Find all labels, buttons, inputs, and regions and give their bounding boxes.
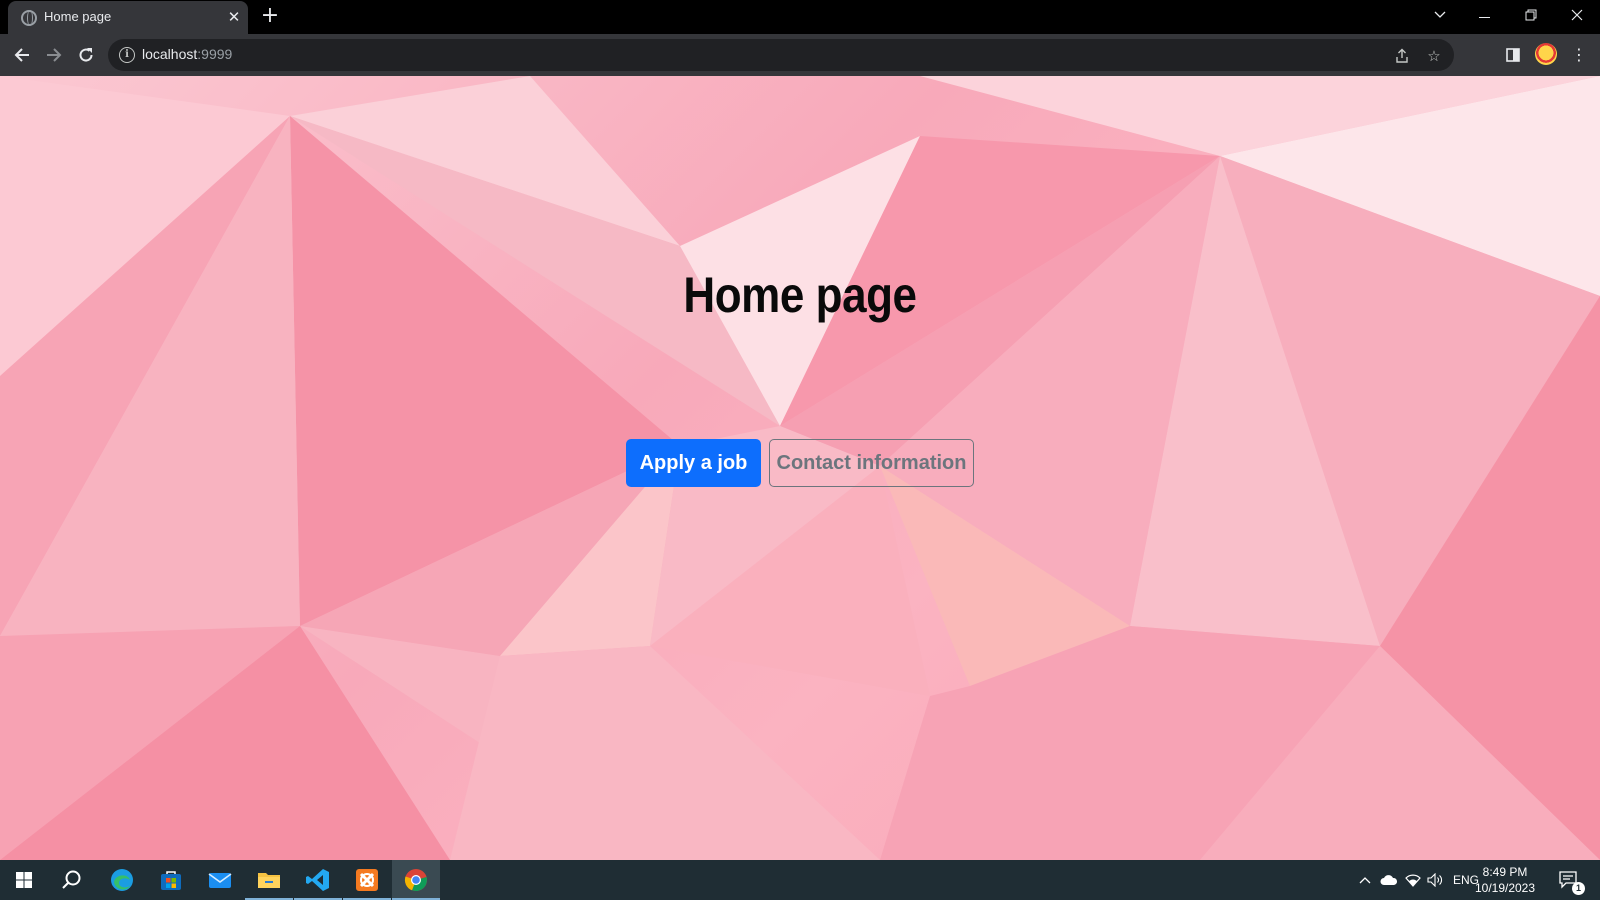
reload-icon[interactable] [72, 41, 100, 69]
chevron-down-icon[interactable] [1420, 0, 1460, 30]
store-icon[interactable] [147, 860, 195, 900]
clock-date: 10/19/2023 [1474, 881, 1536, 895]
info-icon[interactable]: i [119, 47, 135, 63]
star-icon[interactable]: ☆ [1423, 45, 1445, 67]
tab-title: Home page [44, 9, 112, 24]
page-viewport: Home page Apply a job Contact informatio… [0, 76, 1600, 860]
notification-icon[interactable]: 1 [1555, 860, 1585, 900]
wifi-icon[interactable] [1403, 860, 1423, 900]
page-title: Home page [683, 267, 917, 323]
browser-tab[interactable]: Home page ✕ [8, 1, 248, 34]
file-explorer-icon[interactable] [245, 860, 293, 900]
clock[interactable]: 8:49 PM 10/19/2023 [1470, 864, 1540, 896]
address-bar[interactable]: i localhost:9999 ☆ [108, 39, 1454, 71]
edge-icon[interactable] [98, 860, 146, 900]
restore-icon[interactable] [1511, 0, 1551, 30]
xampp-icon[interactable] [343, 860, 391, 900]
chrome-icon[interactable] [392, 860, 440, 900]
url-port: :9999 [197, 46, 233, 62]
chevron-up-icon[interactable] [1355, 860, 1375, 900]
minimize-icon[interactable] [1465, 0, 1505, 30]
notification-count: 1 [1572, 882, 1585, 895]
contact-information-button[interactable]: Contact information [769, 439, 974, 487]
plus-icon[interactable]: + [259, 5, 281, 27]
share-icon[interactable] [1391, 45, 1413, 67]
start-icon[interactable] [0, 860, 48, 900]
vscode-icon[interactable] [294, 860, 342, 900]
kebab-menu-icon[interactable]: ⋮ [1566, 42, 1592, 68]
apply-job-button[interactable]: Apply a job [626, 439, 761, 487]
browser-tab-strip: Home page ✕ + [0, 0, 1600, 34]
globe-icon [21, 10, 37, 26]
url-host: localhost [142, 46, 198, 62]
side-panel-icon[interactable] [1500, 42, 1526, 68]
avatar[interactable] [1535, 43, 1557, 65]
clock-time: 8:49 PM [1482, 865, 1528, 879]
mail-icon[interactable] [196, 860, 244, 900]
arrow-left-icon[interactable] [8, 41, 36, 69]
screen: Home page ✕ + i localhost:9999 ☆ ⋮ Home … [0, 0, 1600, 900]
browser-toolbar: i localhost:9999 ☆ ⋮ [0, 34, 1600, 76]
close-icon[interactable] [1557, 0, 1597, 30]
url-text[interactable]: localhost:9999 [142, 46, 232, 62]
taskbar: ENG 8:49 PM 10/19/2023 1 [0, 860, 1600, 900]
close-icon[interactable]: ✕ [224, 7, 244, 27]
onedrive-icon[interactable] [1378, 860, 1400, 900]
search-icon[interactable] [48, 860, 96, 900]
volume-icon[interactable] [1425, 860, 1445, 900]
arrow-right-icon[interactable] [40, 41, 68, 69]
